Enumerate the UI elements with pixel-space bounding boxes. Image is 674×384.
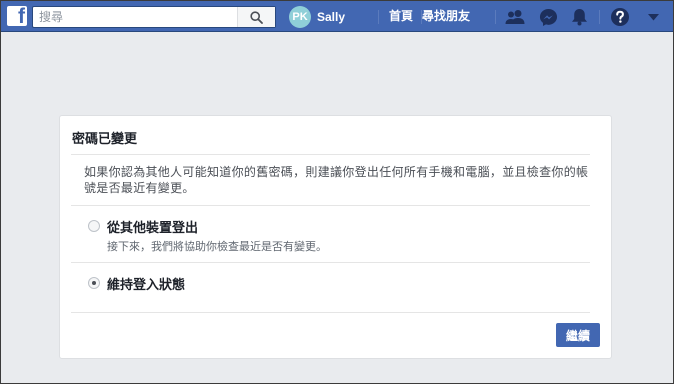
top-navigation-bar: f PK Sally 首頁 尋找朋友 — [1, 1, 673, 32]
notifications-icon[interactable] — [568, 6, 590, 28]
facebook-logo-letter: f — [18, 6, 25, 26]
nav-divider — [378, 10, 379, 24]
divider — [71, 154, 590, 155]
option-sublabel: 接下來，我們將協助你檢查最近是否有變更。 — [107, 240, 327, 253]
search-box — [32, 6, 276, 28]
account-menu-icon[interactable] — [642, 6, 664, 28]
avatar: PK — [289, 5, 311, 28]
radio-log-out-other-devices[interactable] — [88, 220, 100, 232]
divider — [71, 262, 590, 263]
divider — [71, 205, 590, 206]
messenger-icon[interactable] — [537, 6, 559, 28]
password-changed-dialog: 密碼已變更 如果你認為其他人可能知道你的舊密碼，則建議你登出任何所有手機和電腦，… — [59, 115, 612, 359]
nav-find-friends-link[interactable]: 尋找朋友 — [422, 1, 470, 32]
facebook-logo-icon[interactable]: f — [7, 6, 27, 26]
search-input[interactable] — [33, 7, 238, 27]
radio-stay-logged-in[interactable] — [88, 277, 100, 289]
nav-divider — [599, 10, 600, 24]
option-label: 維持登入狀態 — [107, 278, 186, 293]
nav-home-link[interactable]: 首頁 — [389, 1, 413, 32]
profile-link[interactable]: PK Sally — [289, 5, 345, 28]
option-label: 從其他裝置登出 — [107, 221, 199, 236]
option-log-out-other-devices[interactable]: 從其他裝置登出 接下來，我們將協助你檢查最近是否有變更。 — [88, 217, 568, 257]
search-icon — [250, 10, 263, 24]
search-button[interactable] — [237, 7, 275, 27]
profile-name: Sally — [317, 9, 346, 24]
friend-requests-icon[interactable] — [504, 6, 526, 28]
continue-button[interactable]: 繼續 — [556, 323, 600, 347]
divider — [71, 312, 590, 313]
help-icon[interactable] — [609, 6, 631, 28]
dialog-description: 如果你認為其他人可能知道你的舊密碼，則建議你登出任何所有手機和電腦，並且檢查你的… — [84, 165, 589, 195]
option-stay-logged-in[interactable]: 維持登入狀態 — [88, 274, 568, 294]
dialog-title: 密碼已變更 — [72, 132, 138, 147]
nav-divider — [495, 10, 496, 24]
